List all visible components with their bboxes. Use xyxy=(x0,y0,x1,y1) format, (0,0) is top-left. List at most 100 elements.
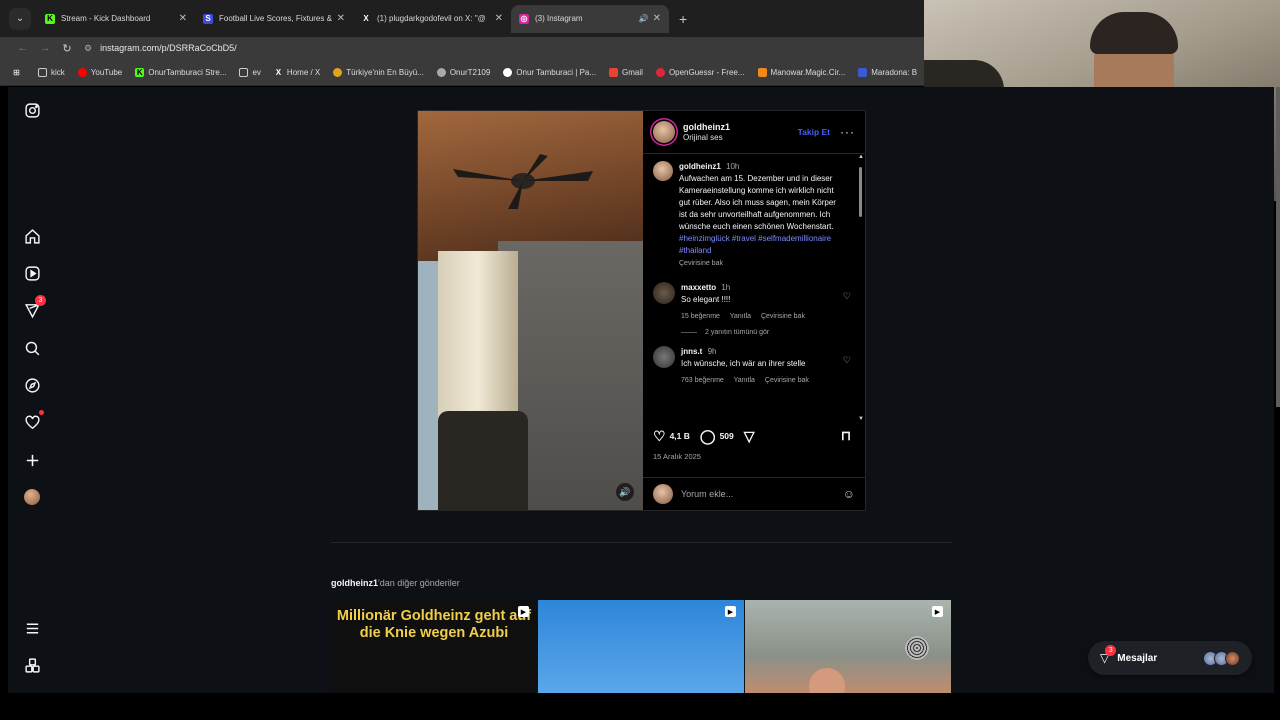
browser-tab-instagram[interactable]: ◎ (3) Instagram 🔊 ✕ xyxy=(511,4,669,33)
create-post-icon[interactable] xyxy=(22,450,42,470)
bookmark-onurtamburaci-stream[interactable]: K OnurTamburaci Stre... xyxy=(135,67,226,77)
notifications-heart-icon[interactable] xyxy=(22,410,44,432)
explore-icon[interactable] xyxy=(22,375,42,395)
bookmark-maradona[interactable]: Maradona: B xyxy=(858,67,918,77)
comment-item: jnns.t 9h Ich wünsche, ich wär an ihrer … xyxy=(653,346,855,387)
caption-hashtags[interactable]: #heinzimglück #travel #selfmademillionai… xyxy=(679,234,831,255)
new-tab-button[interactable]: + xyxy=(679,11,687,27)
url-text: instagram.com/p/DSRRaCoCbD5/ xyxy=(100,43,237,53)
mute-toggle-icon[interactable]: 🔊 xyxy=(616,483,634,501)
site-info-icon[interactable]: ⚙ xyxy=(84,43,92,54)
comment-avatar[interactable] xyxy=(653,282,675,304)
menu-icon[interactable] xyxy=(22,618,42,638)
close-tab-icon[interactable]: ✕ xyxy=(337,13,345,24)
bookmark-manowar[interactable]: Manowar.Magic.Cir... xyxy=(757,67,845,77)
sidebar-nav: 3 xyxy=(8,87,56,693)
bookmark-gmail[interactable]: Gmail xyxy=(609,67,643,77)
home-icon[interactable] xyxy=(22,226,42,246)
bookmark-onurt2109[interactable]: OnurT2109 xyxy=(436,67,490,77)
post-thumbnail[interactable]: Millionär Goldheinz geht auf die Knie we… xyxy=(331,600,537,693)
direct-messages-icon[interactable]: 3 xyxy=(22,295,46,320)
instagram-logo-icon[interactable] xyxy=(22,100,42,120)
post-thumbnail[interactable]: ▶ xyxy=(538,600,744,693)
bookmark-home-x[interactable]: X Home / X xyxy=(274,68,321,77)
caption-translate-link[interactable]: Çevirisine bak xyxy=(679,258,839,270)
close-tab-icon[interactable]: ✕ xyxy=(179,13,187,24)
more-posts-username[interactable]: goldheinz1 xyxy=(331,578,378,588)
comment-like-heart-icon[interactable]: ♡ xyxy=(843,355,851,366)
url-field[interactable]: ⚙ instagram.com/p/DSRRaCoCbD5/ xyxy=(84,43,237,54)
reel-icon: ▶ xyxy=(518,606,529,617)
back-icon[interactable]: ← xyxy=(12,42,34,54)
bookmark-ev[interactable]: ev xyxy=(239,67,261,77)
bookmark-kick[interactable]: kick xyxy=(38,67,65,77)
comment-likes[interactable]: 763 beğenme xyxy=(681,377,724,384)
comment-like-heart-icon[interactable]: ♡ xyxy=(843,291,851,302)
likes-count[interactable]: 4,1 B xyxy=(670,431,690,441)
site-icon xyxy=(757,67,767,77)
tab-audio-icon[interactable]: 🔊 xyxy=(639,14,649,23)
page-scrollbar[interactable] xyxy=(1276,87,1280,407)
comment-avatar[interactable] xyxy=(653,346,675,368)
tab-search-button[interactable]: ⌄ xyxy=(9,7,31,30)
comment-reply-link[interactable]: Yanıtla xyxy=(730,313,751,320)
comment-username[interactable]: jnns.t xyxy=(681,347,702,356)
youtube-icon xyxy=(77,67,87,77)
reels-icon[interactable] xyxy=(22,263,42,283)
author-avatar[interactable] xyxy=(653,121,675,143)
more-posts-heading: goldheinz1'dan diğer gönderiler xyxy=(331,578,460,588)
comment-likes[interactable]: 15 beğenme xyxy=(681,313,720,320)
caption-avatar[interactable] xyxy=(653,161,673,181)
browser-tab-football[interactable]: S Football Live Scores, Fixtures & ✕ xyxy=(195,5,353,33)
profile-avatar[interactable] xyxy=(22,487,42,507)
messages-button[interactable]: ▽ 3 Mesajlar xyxy=(1088,641,1252,675)
comment-translate-link[interactable]: Çevirisine bak xyxy=(761,313,805,320)
scrollbar-thumb[interactable] xyxy=(859,167,862,217)
comment-translate-link[interactable]: Çevirisine bak xyxy=(765,377,809,384)
comment-reply-link[interactable]: Yanıtla xyxy=(734,377,755,384)
bookmark-openguessr[interactable]: OpenGuessr - Free... xyxy=(655,67,745,77)
notifications-badge: 3 xyxy=(35,295,46,306)
close-tab-icon[interactable]: ✕ xyxy=(495,13,503,24)
view-replies-link[interactable]: 2 yanıtın tümünü gör xyxy=(681,329,855,336)
bookmark-label: Maradona: B xyxy=(871,67,918,77)
emoji-icon[interactable]: ☺ xyxy=(843,487,855,501)
post-video[interactable]: 🔊 xyxy=(418,111,643,510)
comment-text: Ich wünsche, ich wär an ihrer stelle xyxy=(681,359,806,368)
scroll-down-icon[interactable]: ▼ xyxy=(858,416,864,421)
bookmark-onur-patreon[interactable]: Onur Tamburaci | Pa... xyxy=(503,67,596,77)
save-bookmark-icon[interactable]: ⊓ xyxy=(841,428,851,444)
browser-tab-kick[interactable]: K Stream - Kick Dashboard ✕ xyxy=(37,5,195,33)
tab-title: Football Live Scores, Fixtures & xyxy=(219,14,332,23)
comments-scrollbar[interactable]: ▲ ▼ xyxy=(858,155,864,421)
bookmark-youtube[interactable]: YouTube xyxy=(77,67,123,77)
apps-icon[interactable]: ⊞ xyxy=(12,68,25,77)
reload-icon[interactable]: ↻ xyxy=(56,42,78,55)
bookmark-turkiye[interactable]: Türkiye'nin En Büyü... xyxy=(333,67,424,77)
address-bar: ← → ↻ ⚙ instagram.com/p/DSRRaCoCbD5/ xyxy=(0,37,925,59)
like-heart-icon[interactable]: ♡ xyxy=(653,428,666,445)
bookmark-label: OpenGuessr - Free... xyxy=(668,67,745,77)
comment-username[interactable]: maxxetto xyxy=(681,283,716,292)
close-tab-icon[interactable]: ✕ xyxy=(653,13,661,24)
more-options-icon[interactable]: ··· xyxy=(840,125,855,139)
add-comment-bar: Yorum ekle... ☺ xyxy=(643,477,865,510)
author-username[interactable]: goldheinz1 xyxy=(683,122,798,132)
meta-apps-icon[interactable] xyxy=(22,655,42,675)
follow-button[interactable]: Takip Et xyxy=(798,127,830,137)
comment-icon[interactable]: ◯ xyxy=(700,428,716,445)
caption-username[interactable]: goldheinz1 xyxy=(679,162,721,171)
share-icon[interactable]: ▽ xyxy=(744,428,755,445)
bookmark-label: kick xyxy=(51,67,65,77)
search-icon[interactable] xyxy=(22,338,42,358)
forward-icon[interactable]: → xyxy=(34,42,56,54)
bookmark-label: YouTube xyxy=(90,67,123,77)
sofascore-favicon-icon: S xyxy=(203,13,213,24)
browser-tab-x[interactable]: X (1) plugdarkgodofevil on X: "@ ✕ xyxy=(353,5,511,33)
comment-input[interactable]: Yorum ekle... xyxy=(681,489,843,499)
audio-label[interactable]: Orijinal ses xyxy=(683,133,798,142)
post-date: 15 Aralık 2025 xyxy=(653,452,701,461)
post-thumbnail[interactable]: ▶ xyxy=(745,600,951,693)
scroll-up-icon[interactable]: ▲ xyxy=(858,155,864,160)
message-avatar xyxy=(1225,650,1240,666)
